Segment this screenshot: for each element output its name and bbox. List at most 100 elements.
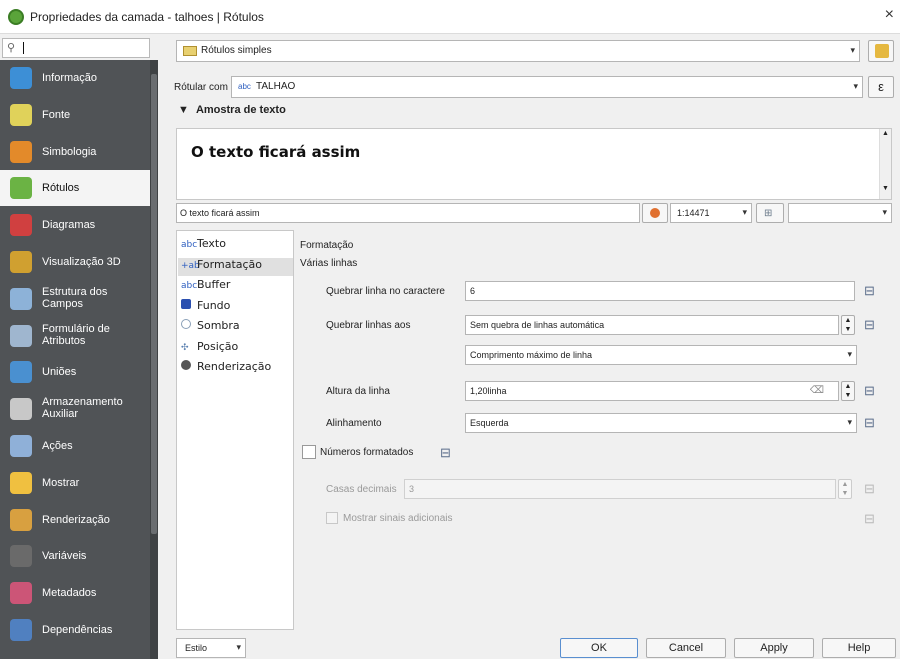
search-icon: ⚲ xyxy=(7,42,16,54)
buffer-icon: abc xyxy=(181,281,198,291)
chevron-down-icon: ▾ xyxy=(847,349,852,359)
sidebar-item[interactable]: Visualização 3D xyxy=(0,244,150,280)
wrap-char-label: Quebrar linha no caractere xyxy=(326,286,445,297)
decimals-spinner[interactable]: ▲ ▼ xyxy=(838,479,852,499)
clear-icon[interactable]: ⌫ xyxy=(810,385,824,396)
data-defined-override-icon[interactable]: ⊟ xyxy=(440,446,458,460)
wrap-lines-input[interactable]: Sem quebra de linhas automática xyxy=(465,315,839,335)
data-defined-override-icon[interactable]: ⊟ xyxy=(864,284,882,298)
form-icon xyxy=(10,324,32,347)
close-button[interactable]: × xyxy=(885,6,894,24)
subtab-label: Formatação xyxy=(197,257,263,271)
preview-text-input[interactable]: O texto ficará assim xyxy=(176,203,640,223)
scrollbar-thumb[interactable] xyxy=(151,74,157,534)
data-defined-override-icon[interactable]: ⊟ xyxy=(864,482,882,496)
chevron-down-icon: ▾ xyxy=(236,642,241,652)
style-manager-button[interactable] xyxy=(868,40,894,62)
formatting-icon: +ab xyxy=(181,260,200,271)
sidebar-item[interactable]: Variáveis xyxy=(0,538,150,574)
subtab-item[interactable]: abcBuffer xyxy=(181,278,230,296)
apply-button[interactable]: Apply xyxy=(734,638,814,658)
formatted-numbers-checkbox[interactable] xyxy=(302,445,316,459)
preview-scale-value: 1:14471 xyxy=(677,208,710,218)
text-sample-toggle[interactable]: ▼ Amostra de texto xyxy=(178,104,286,116)
subtab-item[interactable]: +abFormatação xyxy=(178,257,293,276)
sidebar-item-label: Variáveis xyxy=(42,550,87,563)
style-menu-select[interactable]: Estilo ▾ xyxy=(176,638,246,658)
map-scale-button[interactable]: ⊞ xyxy=(756,203,784,223)
sidebar-item[interactable]: Fonte xyxy=(0,97,150,133)
decimals-input[interactable]: 3 xyxy=(404,479,836,499)
line-height-spinner[interactable]: ▲ ▼ xyxy=(841,381,855,401)
scroll-down-icon: ▼ xyxy=(882,185,889,192)
preview-scrollbar[interactable]: ▲ ▼ xyxy=(879,129,891,199)
sidebar-item[interactable]: Formulário de Atributos xyxy=(0,318,150,354)
gear-icon xyxy=(10,435,32,457)
sidebar-item[interactable]: Uniões xyxy=(0,354,150,390)
wrap-mode-select[interactable]: Comprimento máximo de linha ▾ xyxy=(465,345,857,365)
background-color-select[interactable]: ▾ xyxy=(788,203,892,223)
sidebar-item[interactable]: Rótulos xyxy=(0,170,150,207)
text-preview-area: O texto ficará assim ▲ ▼ xyxy=(176,128,892,200)
wrap-char-input[interactable]: 6 xyxy=(465,281,855,301)
alignment-select[interactable]: Esquerda ▾ xyxy=(465,413,857,433)
info-icon xyxy=(10,67,32,89)
preview-scale-select[interactable]: 1:14471 ▾ xyxy=(670,203,752,223)
subtab-item[interactable]: Fundo xyxy=(181,298,230,317)
chevron-down-icon: ▾ xyxy=(882,207,887,217)
metadata-icon xyxy=(10,582,32,605)
data-defined-override-icon[interactable]: ⊟ xyxy=(864,384,882,398)
expression-button[interactable]: ε xyxy=(868,76,894,98)
join-icon xyxy=(10,361,32,384)
shadow-icon xyxy=(181,319,191,329)
help-button[interactable]: Help xyxy=(822,638,896,658)
sidebar-item[interactable]: Dependências xyxy=(0,612,150,648)
sidebar-scrollbar[interactable] xyxy=(150,60,158,659)
ok-button[interactable]: OK xyxy=(560,638,638,658)
label-field-value: TALHAO xyxy=(256,81,296,92)
label-settings-tabs: abcTexto +abFormatação abcBuffer Fundo Sombr… xyxy=(176,230,294,630)
subtab-item[interactable]: abcTexto xyxy=(181,237,226,255)
chevron-down-icon: ▾ xyxy=(853,81,858,91)
line-height-input[interactable]: 1,20linha ⌫ xyxy=(465,381,839,401)
sidebar-item-label: Dependências xyxy=(42,624,113,636)
sidebar-item[interactable]: Metadados xyxy=(0,575,150,611)
multiline-section-title: Várias linhas xyxy=(300,258,358,269)
sidebar-item[interactable]: Mostrar xyxy=(0,465,150,501)
sidebar-item[interactable]: Informação xyxy=(0,60,150,96)
label-with-caption: Rótular com xyxy=(174,82,228,93)
subtab-label: Posição xyxy=(197,339,239,353)
cancel-button[interactable]: Cancel xyxy=(646,638,726,658)
sidebar-search-input[interactable]: ⚲ xyxy=(2,38,150,58)
data-defined-override-icon[interactable]: ⊟ xyxy=(864,416,882,430)
data-defined-override-icon[interactable]: ⊟ xyxy=(864,512,882,526)
title-bar: Propriedades da camada - talhoes | Rótul… xyxy=(0,0,900,34)
label-field-select[interactable]: abc TALHAO ▾ xyxy=(231,76,863,98)
style-icon xyxy=(875,44,889,58)
sidebar-item[interactable]: Ações xyxy=(0,428,150,464)
decimals-value: 3 xyxy=(409,484,415,494)
alignment-label: Alinhamento xyxy=(326,418,382,429)
wrap-lines-spinner[interactable]: ▲ ▼ xyxy=(841,315,855,335)
subtab-label: Sombra xyxy=(197,319,240,332)
labels-icon xyxy=(10,177,32,200)
alignment-value: Esquerda xyxy=(470,418,509,428)
subtab-item[interactable]: Renderização xyxy=(181,360,271,378)
subtab-item[interactable]: Sombra xyxy=(181,319,240,337)
sidebar-item[interactable]: Simbologia xyxy=(0,134,150,170)
reset-preview-button[interactable] xyxy=(642,203,668,223)
sidebar-item[interactable]: Armazenamento Auxiliar xyxy=(0,391,150,427)
line-height-value: 1,20linha xyxy=(470,386,507,396)
sidebar-item-label: Fonte xyxy=(42,108,71,121)
sidebar-item[interactable]: Estrutura dos Campos xyxy=(0,281,150,317)
sidebar-item[interactable]: Renderização xyxy=(0,502,150,538)
sidebar-item[interactable]: Diagramas xyxy=(0,207,150,243)
chevron-down-icon: ▾ xyxy=(742,207,747,217)
show-plus-checkbox[interactable] xyxy=(326,512,338,524)
dependencies-icon xyxy=(10,619,32,641)
wrap-lines-label: Quebrar linhas aos xyxy=(326,320,411,331)
simple-labels-icon xyxy=(183,46,197,56)
label-mode-select[interactable]: Rótulos simples ▾ xyxy=(176,40,860,62)
data-defined-override-icon[interactable]: ⊟ xyxy=(864,318,882,332)
subtab-item[interactable]: ✣ Posição xyxy=(181,340,238,358)
